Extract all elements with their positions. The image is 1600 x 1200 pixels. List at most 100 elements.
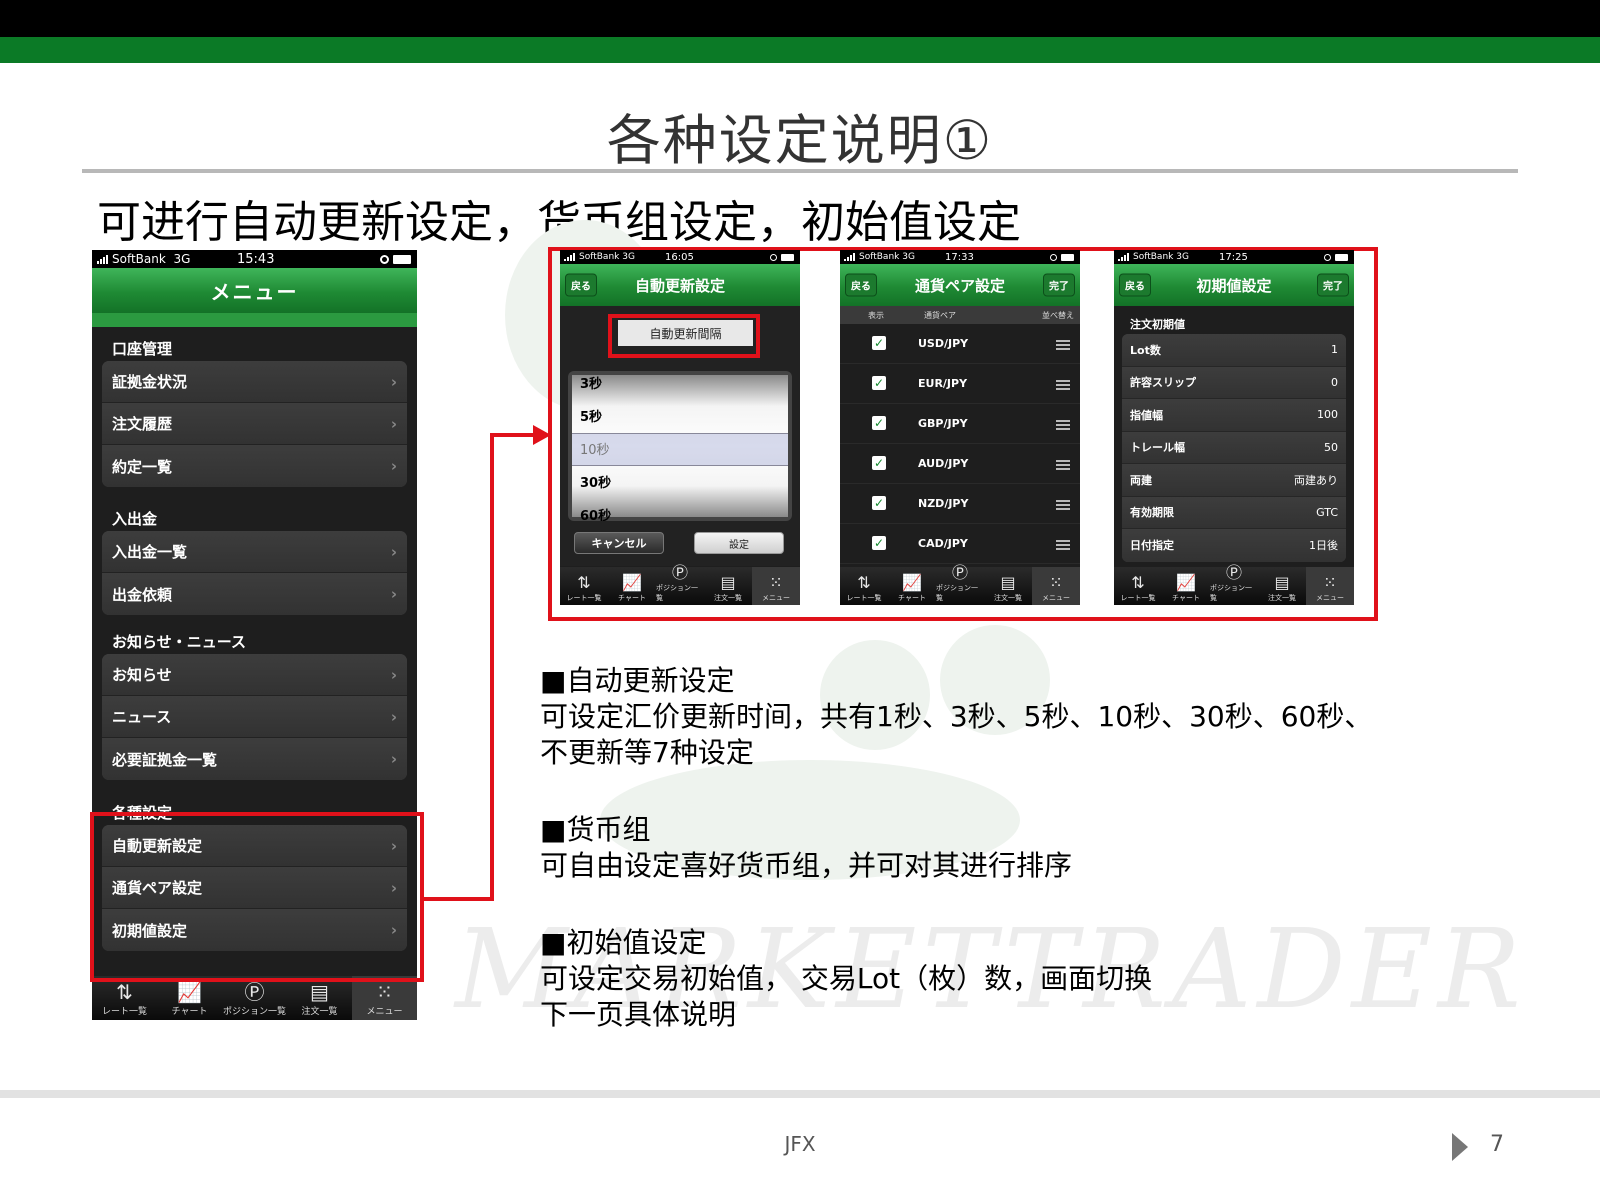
tab-label: ポジション一覧 — [656, 584, 698, 602]
reorder-handle-icon[interactable] — [1056, 420, 1070, 432]
tab-orders[interactable]: ▤ 注文一覧 — [287, 976, 352, 1020]
connector-line — [490, 433, 535, 437]
tab-menu[interactable]: ⁙ メニュー — [1032, 567, 1080, 605]
pair-row[interactable]: ✓ GBP/JPY — [840, 404, 1080, 444]
setting-row-expiry[interactable]: 有効期限 GTC — [1122, 496, 1346, 529]
checkbox-checked-icon[interactable]: ✓ — [872, 416, 886, 430]
back-button[interactable]: 戻る — [1119, 273, 1151, 297]
back-button[interactable]: 戻る — [565, 273, 597, 297]
checkbox-checked-icon[interactable]: ✓ — [872, 496, 886, 510]
order-list-icon: ▤ — [1274, 573, 1290, 592]
chevron-right-icon: › — [390, 707, 397, 726]
order-defaults-label: 注文初期値 — [1130, 318, 1185, 331]
tab-label: レート一覧 — [1120, 594, 1156, 602]
status-bar: SoftBank 3G 17:25 — [1114, 250, 1354, 264]
menu-item-news[interactable]: ニュース › — [102, 696, 407, 738]
picker-wheel[interactable]: 3秒 5秒 10秒 30秒 60秒 — [572, 373, 788, 521]
reorder-handle-icon[interactable] — [1056, 500, 1070, 512]
cancel-button[interactable]: キャンセル — [574, 532, 664, 554]
tab-orders[interactable]: ▤ 注文一覧 — [1258, 567, 1306, 605]
position-p-icon: Ⓟ — [951, 563, 968, 582]
tab-menu[interactable]: ⁙ メニュー — [752, 567, 800, 605]
checkbox-checked-icon[interactable]: ✓ — [872, 536, 886, 550]
pair-row[interactable]: ✓ CAD/JPY — [840, 524, 1080, 564]
set-button[interactable]: 設定 — [694, 532, 784, 554]
setting-value: 1 — [1331, 343, 1338, 357]
tab-positions[interactable]: Ⓟ ポジション一覧 — [936, 563, 984, 605]
menu-item-execution-list[interactable]: 約定一覧 › — [102, 445, 407, 487]
tab-positions[interactable]: Ⓟ ポジション一覧 — [1210, 563, 1258, 605]
reorder-handle-icon[interactable] — [1056, 540, 1070, 552]
menu-group-deposit: 入出金一覧 › 出金依頼 › — [102, 531, 407, 615]
tab-rates[interactable]: ⇅ レート一覧 — [840, 567, 888, 605]
tab-chart[interactable]: 📈 チャート — [608, 567, 656, 605]
tab-menu[interactable]: ⁙ メニュー — [352, 976, 417, 1020]
reorder-handle-icon[interactable] — [1056, 380, 1070, 392]
menu-item-withdraw-request[interactable]: 出金依頼 › — [102, 573, 407, 615]
done-button[interactable]: 完了 — [1043, 273, 1075, 297]
tab-orders[interactable]: ▤ 注文一覧 — [704, 567, 752, 605]
tab-chart[interactable]: 📈 チャート — [157, 976, 222, 1020]
tab-rates[interactable]: ⇅ レート一覧 — [560, 567, 608, 605]
setting-row-lot[interactable]: Lot数 1 — [1122, 334, 1346, 367]
tab-chart[interactable]: 📈 チャート — [888, 567, 936, 605]
chevron-right-icon: › — [390, 372, 397, 391]
done-button[interactable]: 完了 — [1317, 273, 1349, 297]
position-p-icon: Ⓟ — [1225, 563, 1242, 582]
picker-option[interactable]: 60秒 — [580, 505, 611, 521]
tab-label: レート一覧 — [101, 1007, 147, 1017]
menu-item-notices[interactable]: お知らせ › — [102, 654, 407, 696]
picker-option[interactable]: 30秒 — [580, 472, 611, 491]
chart-icon: 📈 — [902, 573, 922, 592]
carrier-name: SoftBank — [1133, 252, 1174, 262]
nav-title: 自動更新設定 — [634, 276, 725, 295]
setting-row-limit-width[interactable]: 指値幅 100 — [1122, 399, 1346, 432]
nav-title: 通貨ペア設定 — [914, 276, 1005, 295]
picker-option[interactable]: 5秒 — [580, 406, 602, 425]
initial-values-phone-screenshot: SoftBank 3G 17:25 戻る 初期値設定 完了 注文初期値 Lot数… — [1114, 250, 1354, 605]
currency-pair-phone-screenshot: SoftBank 3G 17:33 戻る 通貨ペア設定 完了 表示 通貨ペア 並… — [840, 250, 1080, 605]
picker-option[interactable]: 3秒 — [580, 373, 602, 392]
setting-row-trail-width[interactable]: トレール幅 50 — [1122, 431, 1346, 464]
menu-item-order-history[interactable]: 注文履歴 › — [102, 403, 407, 445]
col-pair: 通貨ペア — [924, 311, 956, 320]
checkbox-checked-icon[interactable]: ✓ — [872, 456, 886, 470]
tab-orders[interactable]: ▤ 注文一覧 — [984, 567, 1032, 605]
reorder-handle-icon[interactable] — [1056, 460, 1070, 472]
tab-menu[interactable]: ⁙ メニュー — [1306, 567, 1354, 605]
menu-item-label: 約定一覧 — [112, 457, 173, 476]
back-button[interactable]: 戻る — [845, 273, 877, 297]
pair-row[interactable]: ✓ NZD/JPY — [840, 484, 1080, 524]
menu-item-required-margin[interactable]: 必要証拠金一覧 › — [102, 738, 407, 780]
pair-row[interactable]: ✓ EUR/JPY — [840, 364, 1080, 404]
alarm-icon — [380, 254, 389, 264]
tab-positions[interactable]: Ⓟ ポジション一覧 — [656, 565, 704, 605]
tab-chart[interactable]: 📈 チャート — [1162, 567, 1210, 605]
tab-positions[interactable]: Ⓟ ポジション一覧 — [222, 976, 287, 1020]
reorder-handle-icon[interactable] — [1056, 340, 1070, 352]
pair-row[interactable]: ✓ AUD/JPY — [840, 444, 1080, 484]
interval-picker[interactable]: 3秒 5秒 10秒 30秒 60秒 — [568, 371, 792, 521]
nav-title: メニュー — [210, 280, 299, 304]
tab-rates[interactable]: ⇅ レート一覧 — [1114, 567, 1162, 605]
setting-row-slippage[interactable]: 許容スリップ 0 — [1122, 366, 1346, 399]
menu-item-deposit-list[interactable]: 入出金一覧 › — [102, 531, 407, 573]
setting-row-hedge[interactable]: 両建 両建あり — [1122, 464, 1346, 497]
tab-rates[interactable]: ⇅ レート一覧 — [92, 976, 157, 1020]
status-bar: SoftBank 3G 17:33 — [840, 250, 1080, 264]
checkbox-checked-icon[interactable]: ✓ — [872, 336, 886, 350]
pair-row[interactable]: ✓ USD/JPY — [840, 324, 1080, 364]
tab-label: ポジション一覧 — [936, 584, 978, 602]
description-currency-group: ■货币组 可自由设定喜好货币组，并可对其进行排序 — [540, 812, 1072, 884]
description-line: 可设定交易初始值， 交易Lot（枚）数，画面切换 — [540, 962, 1153, 995]
checkbox-checked-icon[interactable]: ✓ — [872, 376, 886, 390]
description-initial-values: ■初始值设定 可设定交易初始值， 交易Lot（枚）数，画面切换 下一页具体说明 — [540, 925, 1152, 1033]
picker-panel: 自動更新間隔 3秒 5秒 10秒 30秒 60秒 キャンセル 設定 — [560, 306, 800, 566]
tab-label: レート一覧 — [566, 594, 602, 602]
chart-icon: 📈 — [177, 980, 202, 1004]
menu-item-margin-status[interactable]: 証拠金状況 › — [102, 361, 407, 403]
setting-row-date[interactable]: 日付指定 1日後 — [1122, 529, 1346, 562]
picker-option-selected[interactable]: 10秒 — [580, 439, 610, 458]
status-time: 16:05 — [665, 251, 694, 263]
chevron-right-icon: › — [390, 542, 397, 561]
